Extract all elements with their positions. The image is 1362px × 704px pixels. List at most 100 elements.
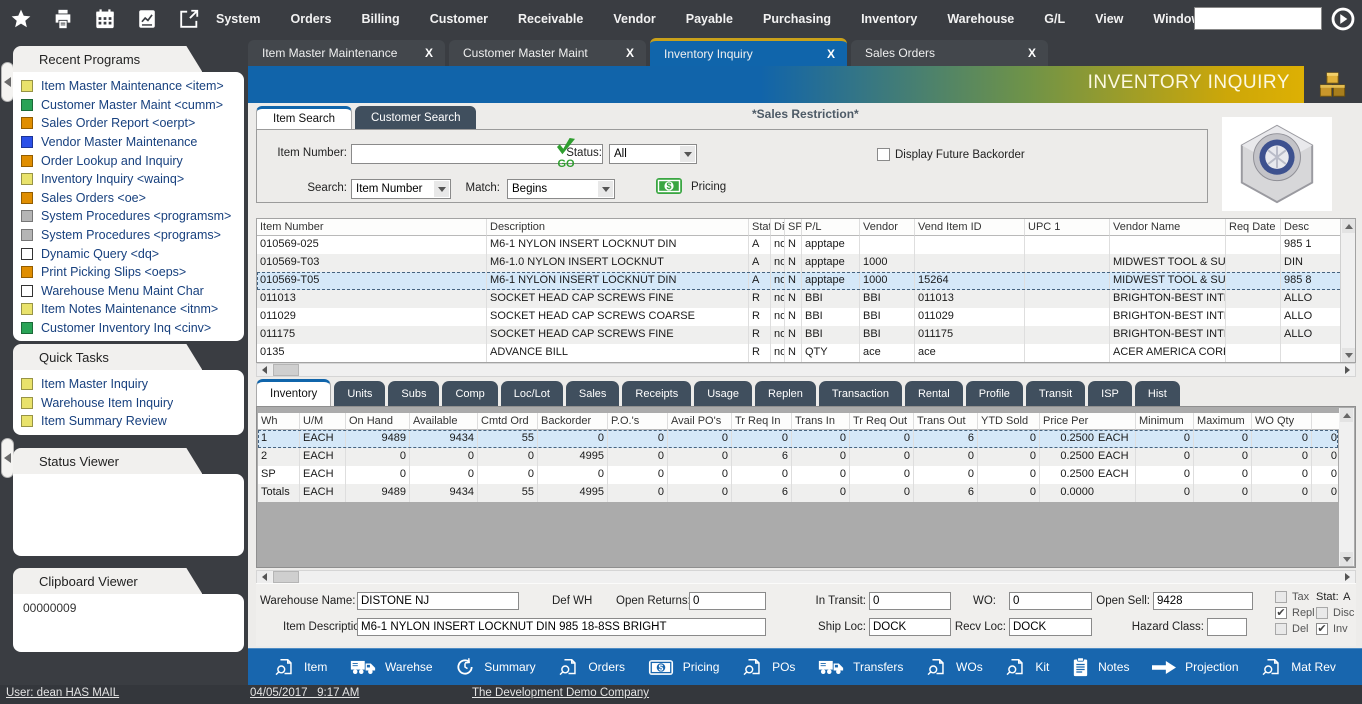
menu-purchasing[interactable]: Purchasing	[763, 12, 831, 26]
table-row[interactable]: 1EACH9489943455000000600.2500EACH0000	[258, 430, 1338, 448]
column-header[interactable]: SP	[785, 219, 802, 236]
sidebar-program-item[interactable]: Customer Inventory Inq <cinv>	[21, 319, 240, 338]
search-by-dropdown[interactable]: Item Number	[351, 179, 451, 199]
column-header[interactable]: Tr Req In	[732, 413, 792, 430]
warehouse-grid-vertical-scrollbar[interactable]	[1339, 408, 1354, 566]
column-header[interactable]: YTD Sold	[978, 413, 1040, 430]
sidebar-program-item[interactable]: System Procedures <programsm>	[21, 207, 240, 226]
summary-button[interactable]: Summary	[455, 657, 535, 677]
recv-loc-input[interactable]	[1009, 618, 1092, 636]
sidebar-program-item[interactable]: Vendor Master Maintenance	[21, 133, 240, 152]
repl-checkbox[interactable]: ✔	[1275, 607, 1287, 619]
sidebar-program-item[interactable]: Warehouse Item Inquiry	[21, 394, 240, 413]
column-header[interactable]: Stat	[749, 219, 771, 236]
column-header[interactable]: Cmtd Ord	[478, 413, 538, 430]
detail-tab-subs[interactable]: Subs	[388, 381, 439, 406]
wo-input[interactable]	[1009, 592, 1092, 610]
column-header[interactable]: On Hand	[346, 413, 410, 430]
sidebar-program-item[interactable]: Item Master Maintenance <item>	[21, 77, 240, 96]
calendar-icon[interactable]	[92, 6, 118, 32]
warehouse-grid-horizontal-scrollbar[interactable]	[256, 570, 1356, 584]
scroll-right-icon[interactable]	[1340, 364, 1355, 376]
table-row[interactable]: TotalsEACH9489943455499500600600.0000000…	[258, 484, 1338, 502]
table-row[interactable]: SPEACH000000000000.2500EACH0000	[258, 466, 1338, 484]
detail-tab-usage[interactable]: Usage	[694, 381, 752, 406]
column-header[interactable]: WO Qty	[1252, 413, 1312, 430]
sidebar-program-item[interactable]: Item Notes Maintenance <itnm>	[21, 300, 240, 319]
user-status[interactable]: User: dean HAS MAIL	[6, 687, 119, 699]
column-header[interactable]: Wh	[258, 413, 300, 430]
detail-tab-replen[interactable]: Replen	[755, 381, 816, 406]
open-returns-input[interactable]	[689, 592, 766, 610]
column-header[interactable]: Avail PO's	[668, 413, 732, 430]
table-row[interactable]: 010569-T03M6-1.0 NYLON INSERT LOCKNUTAno…	[257, 254, 1355, 272]
sidebar-program-item[interactable]: Item Master Inquiry	[21, 375, 240, 394]
detail-tab-inventory[interactable]: Inventory	[256, 379, 331, 406]
column-header[interactable]: Maximum	[1194, 413, 1252, 430]
menu-view[interactable]: View	[1095, 12, 1123, 26]
detail-tab-profile[interactable]: Profile	[966, 381, 1023, 406]
pricing-button[interactable]: $Pricing	[648, 659, 720, 676]
detail-tab-units[interactable]: Units	[334, 381, 385, 406]
column-header[interactable]: Item Number	[257, 219, 487, 236]
column-header[interactable]: Vendor Name	[1110, 219, 1226, 236]
column-header[interactable]: Trans Out	[914, 413, 978, 430]
menu-payable[interactable]: Payable	[686, 12, 733, 26]
power-icon[interactable]	[1330, 6, 1356, 32]
detail-tab-rental[interactable]: Rental	[905, 381, 963, 406]
display-future-backorder-checkbox[interactable]	[877, 148, 890, 161]
mat-rev-button[interactable]: Mat Rev	[1261, 657, 1336, 677]
table-row[interactable]: 010569-025M6-1 NYLON INSERT LOCKNUT DINA…	[257, 236, 1355, 254]
sidebar-program-item[interactable]: Customer Master Maint <cumm>	[21, 96, 240, 115]
tab-customer-master-maint[interactable]: Customer Master MaintX	[449, 40, 646, 66]
hazard-class-input[interactable]	[1207, 618, 1247, 636]
scroll-down-icon[interactable]	[1340, 552, 1353, 566]
inv-checkbox[interactable]: ✔	[1316, 623, 1328, 635]
menu-gl[interactable]: G/L	[1044, 12, 1065, 26]
item-grid-vertical-scrollbar[interactable]	[1340, 219, 1355, 362]
column-header[interactable]: P/L	[802, 219, 860, 236]
match-dropdown[interactable]: Begins	[507, 179, 615, 199]
print-icon[interactable]	[50, 6, 76, 32]
sidebar-program-item[interactable]: Dynamic Query <dq>	[21, 244, 240, 263]
table-row[interactable]: 011029SOCKET HEAD CAP SCREWS COARSERnoNB…	[257, 308, 1355, 326]
open-window-icon[interactable]	[176, 6, 202, 32]
kit-button[interactable]: Kit	[1005, 657, 1049, 677]
detail-tab-isp[interactable]: ISP	[1088, 381, 1132, 406]
scroll-up-icon[interactable]	[1340, 408, 1353, 422]
sidebar-program-item[interactable]: Order Lookup and Inquiry	[21, 151, 240, 170]
tab-inventory-inquiry[interactable]: Inventory InquiryX	[650, 38, 847, 66]
quick-tasks-header[interactable]: Quick Tasks	[13, 344, 202, 370]
warehouse-name-input[interactable]	[357, 592, 519, 610]
detail-tab-transit[interactable]: Transit	[1026, 381, 1085, 406]
close-icon[interactable]: X	[1028, 46, 1036, 60]
table-row[interactable]: 011013SOCKET HEAD CAP SCREWS FINERnoNBBI…	[257, 290, 1355, 308]
sidebar-program-item[interactable]: Print Picking Slips <oeps>	[21, 263, 240, 282]
table-row[interactable]: 0135ADVANCE BILLRnoNQTYaceaceACER AMERIC…	[257, 344, 1355, 362]
tab-sales-orders[interactable]: Sales OrdersX	[851, 40, 1048, 66]
close-icon[interactable]: X	[626, 46, 634, 60]
detail-tab-hist[interactable]: Hist	[1135, 381, 1180, 406]
column-header[interactable]: Tr Req Out	[850, 413, 914, 430]
pricing-icon[interactable]: $	[655, 177, 683, 200]
menu-warehouse[interactable]: Warehouse	[947, 12, 1014, 26]
tab-item-master-maintenance[interactable]: Item Master MaintenanceX	[248, 40, 445, 66]
sidebar-program-item[interactable]: Warehouse Menu Maint Char	[21, 282, 240, 301]
scroll-up-icon[interactable]	[1342, 219, 1355, 233]
menu-customer[interactable]: Customer	[430, 12, 488, 26]
detail-tab-loc-lot[interactable]: Loc/Lot	[501, 381, 563, 406]
column-header[interactable]: Available	[410, 413, 478, 430]
scroll-left-icon[interactable]	[257, 364, 272, 376]
column-header[interactable]: U/M	[300, 413, 346, 430]
table-row[interactable]: 011175SOCKET HEAD CAP SCREWS FINERnoNBBI…	[257, 326, 1355, 344]
detail-tab-receipts[interactable]: Receipts	[622, 381, 691, 406]
sidebar-program-item[interactable]: Sales Order Report <oerpt>	[21, 114, 240, 133]
column-header[interactable]: Req Date	[1226, 219, 1281, 236]
detail-tab-comp[interactable]: Comp	[442, 381, 497, 406]
clipboard-viewer-header[interactable]: Clipboard Viewer	[13, 568, 202, 594]
item-button[interactable]: Item	[274, 657, 327, 677]
column-header[interactable]: UPC 1	[1025, 219, 1110, 236]
table-row[interactable]: 2EACH000499500600000.2500EACH0000	[258, 448, 1338, 466]
pos-button[interactable]: POs	[742, 657, 795, 677]
column-header[interactable]: Vend Item ID	[915, 219, 1025, 236]
